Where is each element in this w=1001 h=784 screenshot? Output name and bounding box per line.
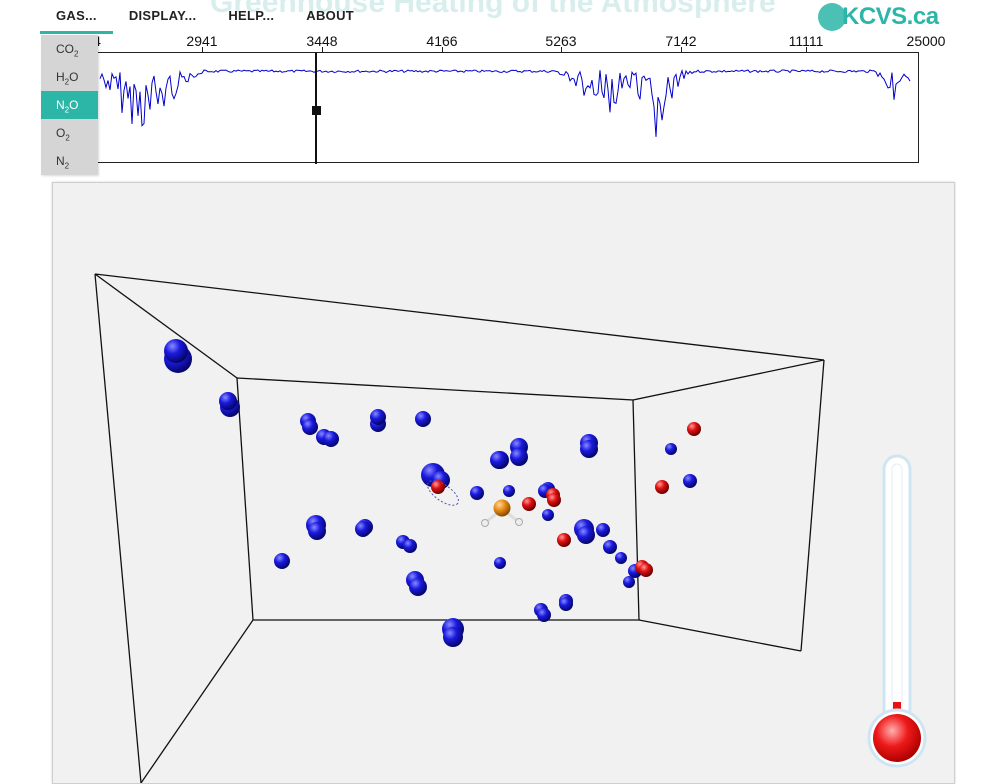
highlight-atom xyxy=(493,499,511,517)
menu-gas[interactable]: GAS... xyxy=(40,0,113,34)
gas-option-subscript: 2 xyxy=(74,49,79,59)
simulation-svg xyxy=(94,273,825,783)
n2-molecule xyxy=(302,419,318,435)
n2-molecule xyxy=(665,443,677,455)
n2-molecule xyxy=(559,597,573,611)
n2-molecule xyxy=(219,392,237,410)
tick-mark xyxy=(806,47,807,53)
menu-bar: GAS... DISPLAY... HELP... ABOUT xyxy=(40,0,370,34)
gas-option-n2o[interactable]: N2O xyxy=(41,91,98,119)
n2-molecule xyxy=(370,409,386,425)
o2-molecule xyxy=(687,422,701,436)
thermometer-column xyxy=(891,463,903,725)
logo-text: KCVS.ca xyxy=(842,3,939,30)
perspective-box xyxy=(94,273,825,783)
n2-molecule xyxy=(596,523,610,537)
gas-option-subscript: 2 xyxy=(64,161,70,171)
gas-option-subscript: 2 xyxy=(65,133,70,143)
n2-molecule xyxy=(503,485,515,497)
molecule-simulation-viewport[interactable] xyxy=(52,182,955,784)
tick-label: 25000 xyxy=(906,33,946,49)
o2-molecule xyxy=(557,533,571,547)
small-atom xyxy=(481,519,489,527)
o2-molecule xyxy=(522,497,536,511)
kcvs-logo[interactable]: KCVS.ca xyxy=(818,0,939,34)
n2-molecule xyxy=(308,522,326,540)
n2-molecule xyxy=(537,608,551,622)
menu-about[interactable]: ABOUT xyxy=(290,0,370,34)
o2-molecule xyxy=(655,480,669,494)
n2-molecule xyxy=(443,627,463,647)
o2-molecule xyxy=(639,563,653,577)
ir-spectrum-plot[interactable] xyxy=(97,52,919,164)
n2-molecule xyxy=(542,509,554,521)
menu-display[interactable]: DISPLAY... xyxy=(113,0,213,34)
n2-molecule xyxy=(470,486,484,500)
gas-option-label: CO xyxy=(56,42,74,56)
gas-option-label: N xyxy=(56,154,65,168)
gas-option-label-tail: O xyxy=(69,98,79,112)
thermometer xyxy=(867,454,927,768)
n2-molecule xyxy=(577,526,595,544)
menu-help[interactable]: HELP... xyxy=(212,0,290,34)
logo-circle-icon xyxy=(818,3,846,31)
n2-molecule xyxy=(274,553,290,569)
n2-molecule xyxy=(603,540,617,554)
n2-molecule xyxy=(494,557,506,569)
gas-option-n2[interactable]: N2 xyxy=(41,147,98,175)
n2-molecule xyxy=(615,552,627,564)
tick-mark xyxy=(202,47,203,53)
n2-molecule xyxy=(323,431,339,447)
o2-molecule xyxy=(547,493,561,507)
gas-dropdown-menu: CO2 H2O N2O O2 N2 xyxy=(41,35,98,175)
gas-option-o2[interactable]: O2 xyxy=(41,119,98,147)
spectrum-svg xyxy=(99,53,911,164)
gas-option-label-tail: O xyxy=(69,70,79,84)
n2-molecule xyxy=(164,339,188,363)
n2-molecule xyxy=(510,448,528,466)
n2-molecule xyxy=(490,451,508,469)
gas-option-label: H xyxy=(56,70,65,84)
gas-option-label: N xyxy=(56,98,65,112)
tick-mark xyxy=(322,47,323,53)
tick-mark xyxy=(561,47,562,53)
tick-mark xyxy=(681,47,682,53)
gas-option-co2[interactable]: CO2 xyxy=(41,35,98,63)
absorption-spectrum-line xyxy=(99,68,911,137)
gas-option-label: O xyxy=(56,126,66,140)
thermometer-bulb xyxy=(873,714,921,762)
small-atom xyxy=(515,518,523,526)
n2-molecule xyxy=(355,521,371,537)
n2-molecule xyxy=(623,576,635,588)
n2-molecule xyxy=(403,539,417,553)
wavelength-slider-handle[interactable] xyxy=(312,106,321,115)
tick-mark xyxy=(442,47,443,53)
n2-molecule xyxy=(683,474,697,488)
gas-option-h2o[interactable]: H2O xyxy=(41,63,98,91)
n2-molecule xyxy=(415,411,431,427)
n2-molecule xyxy=(409,578,427,596)
n2-molecule xyxy=(580,440,598,458)
